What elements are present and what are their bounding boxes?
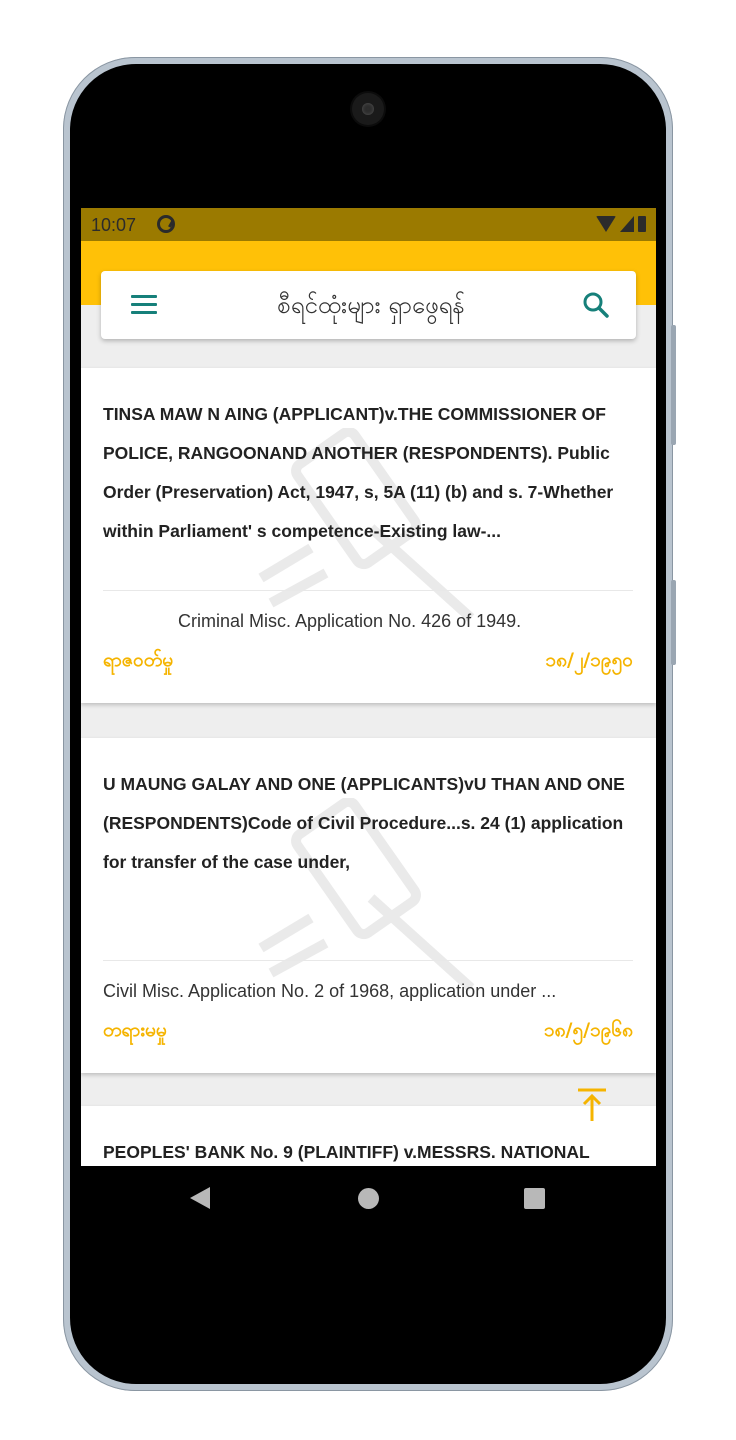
case-title: U MAUNG GALAY AND ONE (APPLICANTS)vU THA… [103, 774, 625, 872]
wifi-icon [596, 216, 616, 232]
case-reference: Civil Misc. Application No. 2 of 1968, a… [103, 981, 557, 1001]
card-divider [103, 590, 633, 591]
case-date: ၁၈/၅/၁၉၆၈ [543, 1019, 633, 1041]
case-title: TINSA MAW N AING (APPLICANT)v.THE COMMIS… [103, 404, 614, 541]
home-circle-icon[interactable] [358, 1188, 379, 1209]
case-date: ၁၈/၂/၁၉၅၀ [545, 649, 633, 671]
search-icon[interactable] [582, 291, 610, 319]
case-type: ရာဇဝတ်မှု [103, 649, 174, 671]
battery-icon [638, 216, 646, 232]
case-reference: Criminal Misc. Application No. 426 of 19… [178, 611, 522, 631]
case-type: တရားမမှု [103, 1019, 167, 1041]
app-screen: 10:07 စီရင်ထုံးများ ရှာဖွေရန် TINSA MAW … [81, 208, 656, 1166]
front-camera [352, 93, 384, 125]
case-card[interactable]: U MAUNG GALAY AND ONE (APPLICANTS)vU THA… [81, 738, 656, 1073]
status-icons [596, 216, 646, 232]
back-triangle-icon[interactable] [190, 1187, 210, 1209]
search-bar[interactable]: စီရင်ထုံးများ ရှာဖွေရန် [101, 271, 636, 339]
recent-apps-square-icon[interactable] [524, 1188, 545, 1209]
case-title: PEOPLES' BANK No. 9 (PLAINTIFF) v.MESSRS… [103, 1142, 590, 1162]
signal-icon [620, 216, 634, 232]
search-bar-title[interactable]: စီရင်ထုံးများ ရှာဖွေရန် [221, 289, 521, 325]
volume-button [671, 580, 676, 665]
power-button [671, 325, 676, 445]
card-divider [103, 960, 633, 961]
hamburger-menu-icon[interactable] [131, 295, 157, 315]
status-time: 10:07 [91, 215, 137, 235]
status-bar: 10:07 [81, 208, 656, 241]
case-card[interactable]: PEOPLES' BANK No. 9 (PLAINTIFF) v.MESSRS… [81, 1106, 656, 1166]
arrow-up-to-top-icon[interactable] [577, 1088, 607, 1122]
case-card[interactable]: TINSA MAW N AING (APPLICANT)v.THE COMMIS… [81, 368, 656, 703]
at-sign-icon [157, 215, 175, 233]
